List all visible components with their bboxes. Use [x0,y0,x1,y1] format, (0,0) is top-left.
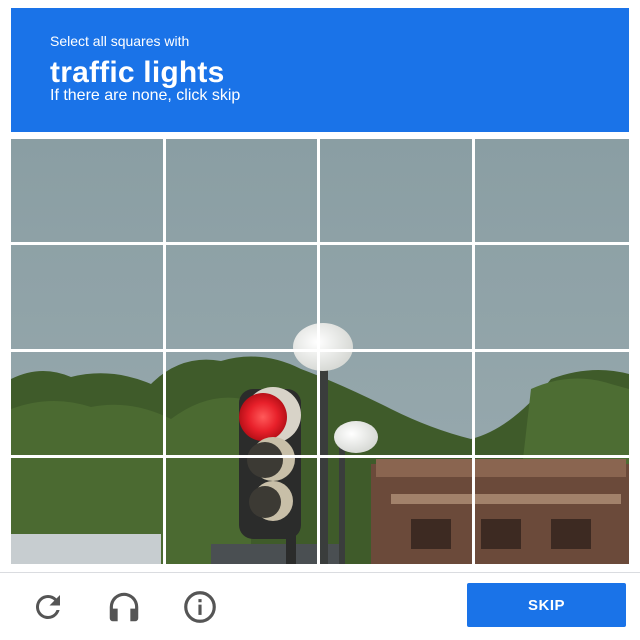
grid-tile-r4c3[interactable] [320,457,475,564]
target-object: traffic lights [50,56,225,89]
reload-button[interactable] [29,588,67,626]
instruction-text: Select all squares with [50,33,190,49]
footer-divider [0,572,640,573]
skip-hint: If there are none, click skip [50,87,241,104]
grid-tile-r1c1[interactable] [11,139,166,246]
grid-tile-r1c2[interactable] [165,139,320,246]
info-button[interactable] [181,588,219,626]
grid-tile-r4c1[interactable] [11,457,166,564]
info-icon [184,591,216,623]
grid-tile-r4c2[interactable] [166,457,320,564]
headphones-icon [109,592,139,622]
skip-button[interactable]: SKIP [467,583,626,627]
grid-tile-r2c2[interactable] [165,245,320,352]
grid-tile-r2c3[interactable] [320,245,475,352]
image-grid [11,139,629,564]
tile-grid [11,139,629,564]
reload-icon [35,595,60,619]
grid-tile-r3c3[interactable] [320,351,475,458]
grid-tile-r2c1[interactable] [11,245,166,352]
grid-tile-r1c4[interactable] [474,139,629,246]
grid-tile-r3c2[interactable] [165,351,320,458]
grid-tile-r2c4[interactable] [474,245,629,352]
challenge-header: Select all squares with traffic lights I… [11,8,629,132]
grid-tile-r3c4[interactable] [474,352,629,458]
audio-challenge-button[interactable] [105,588,143,626]
grid-tile-r3c1[interactable] [11,351,166,458]
grid-tile-r1c3[interactable] [320,139,475,246]
grid-tile-r4c4[interactable] [475,458,630,564]
